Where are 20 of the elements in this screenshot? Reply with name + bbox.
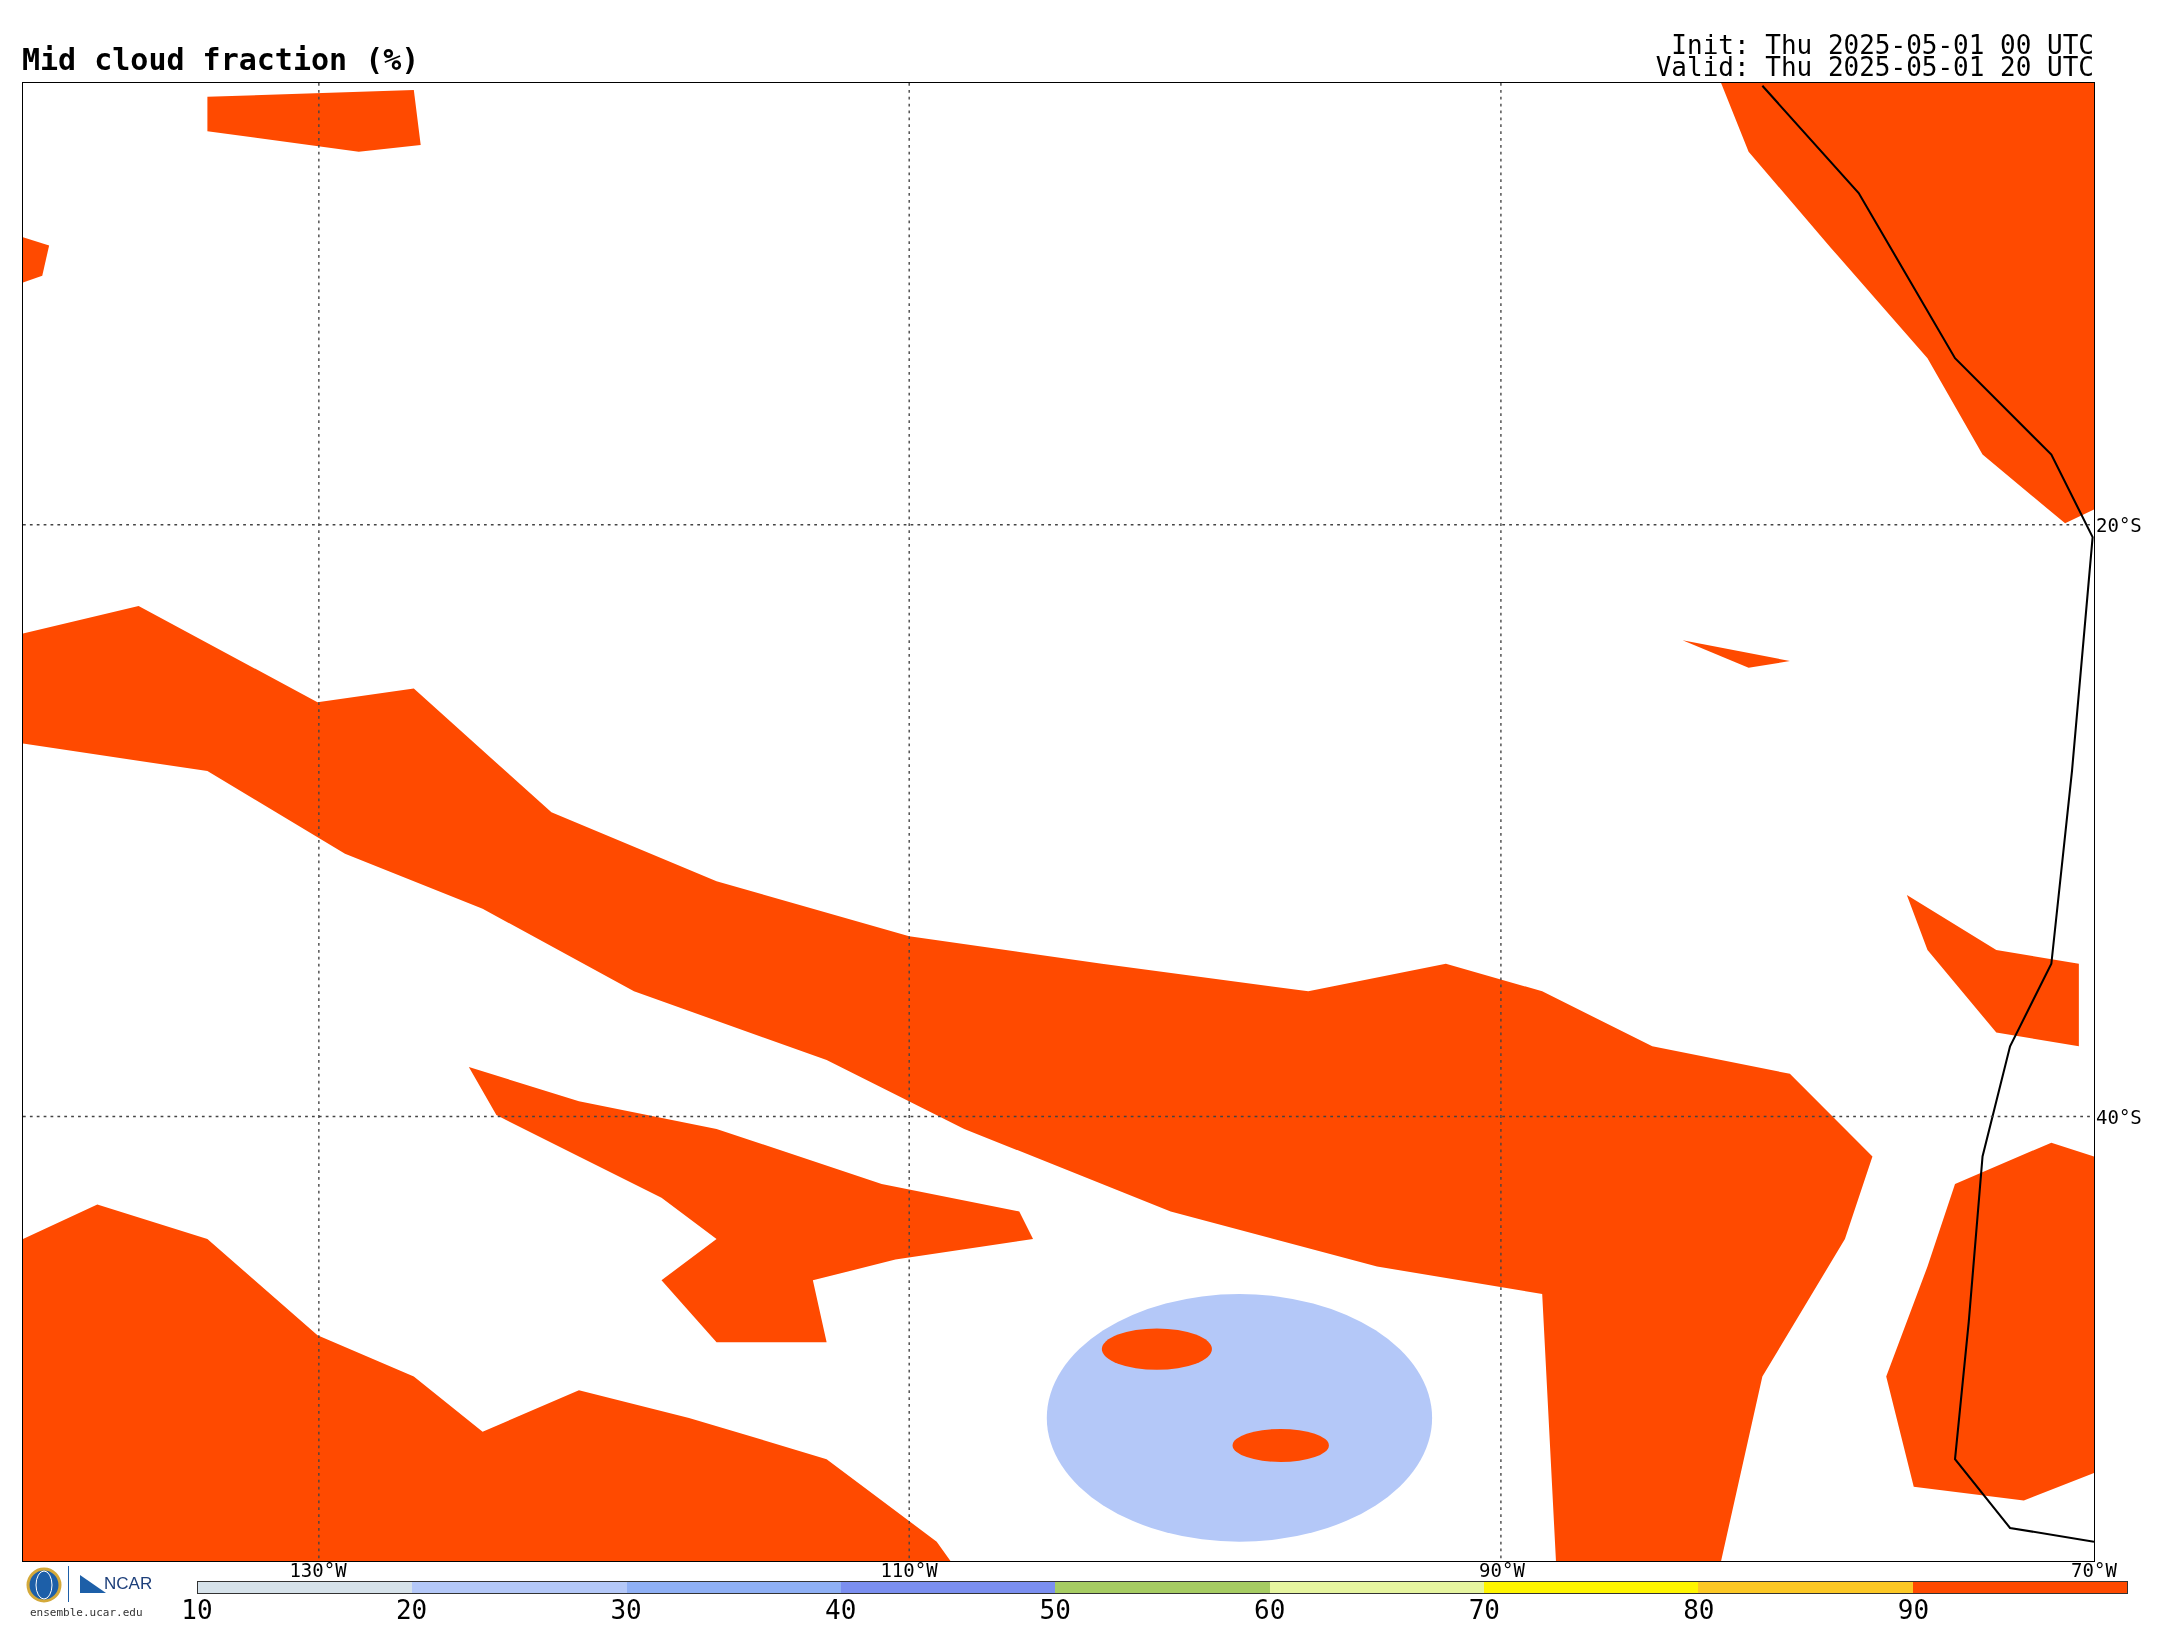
longitude-label: 90°W — [1478, 1560, 1526, 1580]
colorbar-tick-label: 40 — [824, 1596, 858, 1624]
longitude-label: 70°W — [2070, 1560, 2118, 1580]
colorbar-tick-label: 70 — [1467, 1596, 1501, 1624]
colorbar-tick-label: 50 — [1038, 1596, 1072, 1624]
chart-title: Mid cloud fraction (%) — [22, 42, 420, 77]
latitude-label: 40°S — [2096, 1106, 2142, 1128]
latitude-label: 20°S — [2096, 514, 2142, 536]
globe-emblem-icon — [26, 1567, 62, 1603]
colorbar-tick-label: 20 — [394, 1596, 429, 1624]
site-url: ensemble.ucar.edu — [30, 1606, 143, 1619]
longitude-label: 130°W — [288, 1560, 348, 1580]
longitude-label: 110°W — [879, 1560, 939, 1580]
colorbar-tick-label: 30 — [609, 1596, 643, 1624]
triangle-logo-icon — [80, 1575, 106, 1593]
colorbar-tick-label: 60 — [1253, 1596, 1287, 1624]
org-name: NCAR — [104, 1574, 153, 1594]
colorbar-tick-label: 10 — [180, 1596, 214, 1624]
colorbar-tick-label: 90 — [1896, 1596, 1931, 1624]
colorbar-tick-label: 80 — [1682, 1596, 1716, 1624]
